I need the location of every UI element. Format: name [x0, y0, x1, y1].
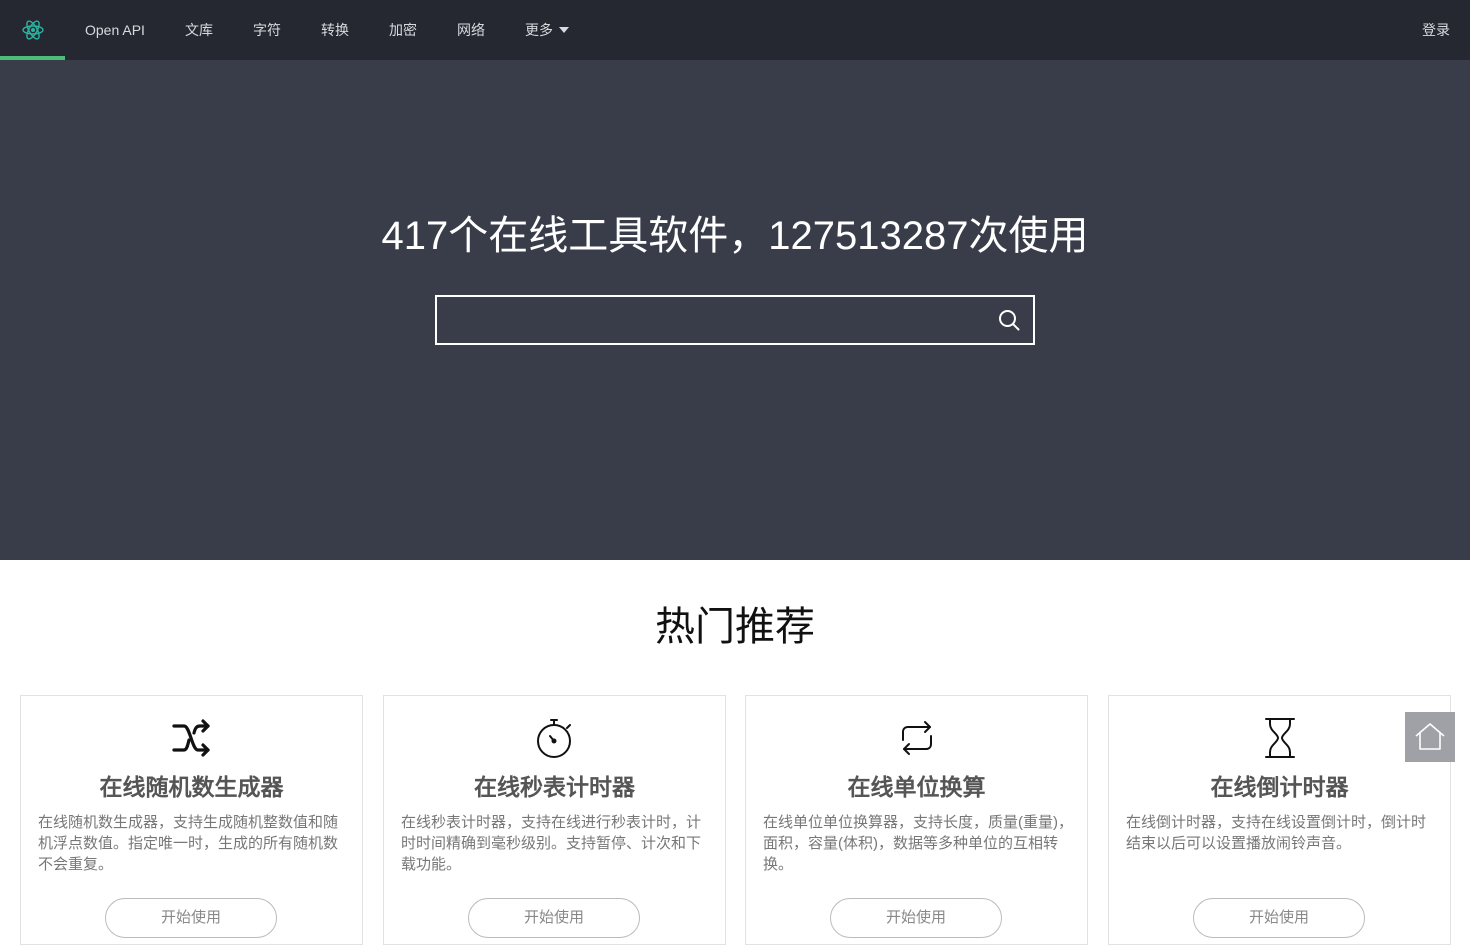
atom-gear-icon	[21, 20, 44, 40]
nav-item-library[interactable]: 文库	[185, 0, 213, 60]
card-title: 在线随机数生成器	[99, 774, 284, 800]
nav-item-more-label: 更多	[525, 22, 553, 38]
card-title: 在线倒计时器	[1210, 774, 1349, 800]
repeat-icon	[901, 721, 932, 755]
hero-banner: 417个在线工具软件，127513287次使用	[0, 60, 1470, 560]
search-icon[interactable]	[997, 308, 1021, 332]
hourglass-icon	[1264, 718, 1295, 758]
search-box	[435, 295, 1035, 345]
section-title: 热门推荐	[655, 605, 815, 649]
card-description: 在线单位单位换算器，支持长度，质量(重量)，面积，容量(体积)，数据等多种单位的…	[763, 814, 1073, 873]
back-home-button[interactable]	[1405, 712, 1455, 762]
tool-card-random[interactable]: 在线随机数生成器 在线随机数生成器，支持生成随机整数值和随机浮点数值。指定唯一时…	[20, 695, 363, 945]
search-input[interactable]	[437, 297, 977, 343]
shuffle-icon	[171, 719, 210, 757]
card-title: 在线单位换算	[847, 774, 986, 800]
tool-card-stopwatch[interactable]: 在线秒表计时器 在线秒表计时器，支持在线进行秒表计时，计时时间精确到毫秒级别。支…	[383, 695, 726, 945]
nav-item-open-api[interactable]: Open API	[85, 0, 145, 60]
nav-item-convert[interactable]: 转换	[321, 0, 349, 60]
home-icon	[1415, 723, 1445, 750]
nav-item-more[interactable]: 更多	[525, 0, 569, 60]
start-button[interactable]: 开始使用	[1193, 898, 1365, 938]
card-description: 在线秒表计时器，支持在线进行秒表计时，计时时间精确到毫秒级别。支持暂停、计次和下…	[401, 814, 702, 873]
card-description: 在线倒计时器，支持在线设置倒计时，倒计时结束以后可以设置播放闹铃声音。	[1126, 814, 1427, 852]
stopwatch-icon	[536, 719, 571, 758]
card-description: 在线随机数生成器，支持生成随机整数值和随机浮点数值。指定唯一时，生成的所有随机数…	[38, 814, 339, 873]
nav-item-network[interactable]: 网络	[457, 0, 485, 60]
card-title: 在线秒表计时器	[474, 774, 635, 800]
start-button[interactable]: 开始使用	[105, 898, 277, 938]
top-navbar: Open API 文库 字符 转换 加密 网络 更多 登录	[0, 0, 1470, 60]
site-logo[interactable]	[0, 0, 65, 60]
start-button[interactable]: 开始使用	[468, 898, 640, 938]
nav-item-encrypt[interactable]: 加密	[389, 0, 417, 60]
tool-card-countdown[interactable]: 在线倒计时器 在线倒计时器，支持在线设置倒计时，倒计时结束以后可以设置播放闹铃声…	[1108, 695, 1451, 945]
caret-down-icon	[559, 27, 569, 33]
tool-card-unit-convert[interactable]: 在线单位换算 在线单位单位换算器，支持长度，质量(重量)，面积，容量(体积)，数…	[745, 695, 1088, 945]
login-link[interactable]: 登录	[1422, 0, 1450, 60]
nav-item-characters[interactable]: 字符	[253, 0, 281, 60]
hero-title: 417个在线工具软件，127513287次使用	[381, 214, 1089, 258]
start-button[interactable]: 开始使用	[830, 898, 1002, 938]
